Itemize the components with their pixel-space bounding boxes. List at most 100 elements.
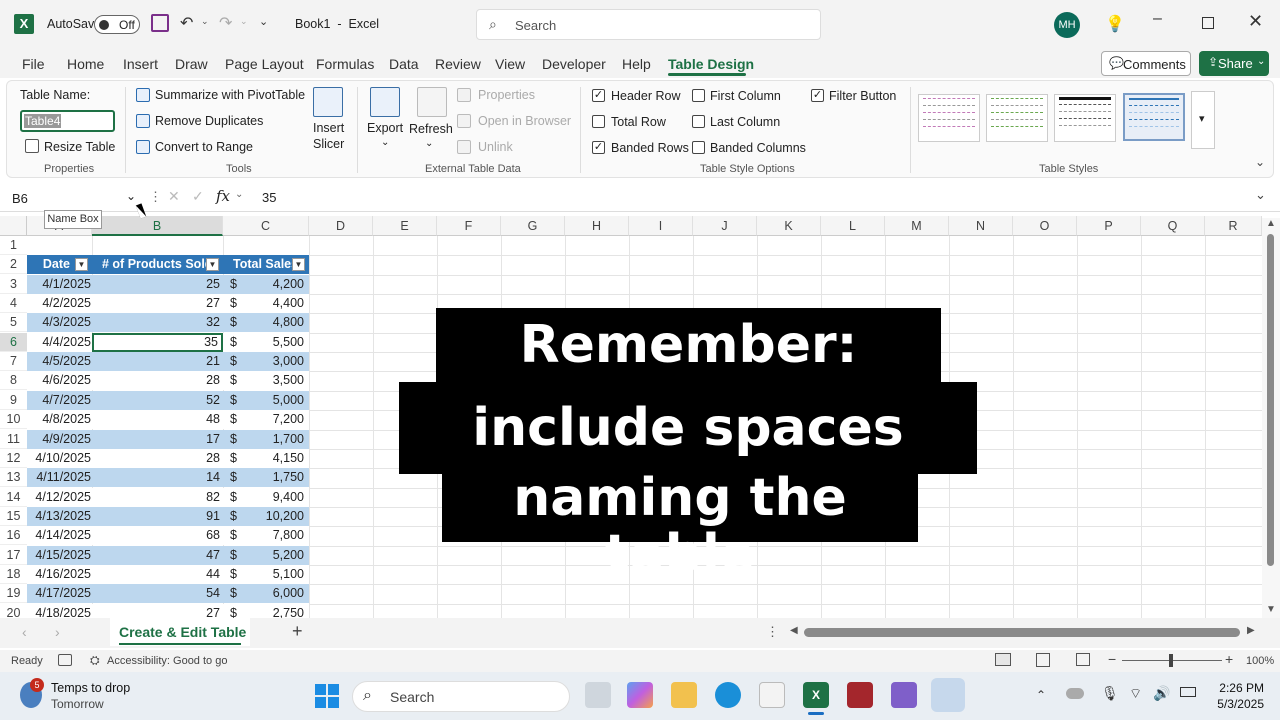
start-button[interactable] (315, 684, 339, 708)
clock-time[interactable]: 2:26 PM (1214, 681, 1264, 695)
tab-developer[interactable]: Developer (542, 56, 606, 72)
zoom-out-icon[interactable]: − (1108, 651, 1116, 667)
more-options-icon[interactable]: ⋮ (149, 189, 162, 205)
row-header-18[interactable]: 18 (0, 565, 27, 584)
total-sales-cell[interactable]: 5,100 (244, 565, 304, 584)
onedrive-icon[interactable] (1066, 688, 1084, 699)
column-header-r[interactable]: R (1205, 216, 1262, 236)
scroll-right-icon[interactable]: ▶ (1247, 625, 1255, 636)
products-sold-cell[interactable]: 44 (92, 565, 223, 584)
column-header-q[interactable]: Q (1141, 216, 1205, 236)
tab-review[interactable]: Review (435, 56, 481, 72)
tab-data[interactable]: Data (389, 56, 419, 72)
table-name-input[interactable]: Table4 (20, 110, 115, 132)
horizontal-scroll-thumb[interactable] (804, 628, 1240, 637)
date-cell[interactable]: 4/11/2025 (27, 468, 92, 487)
accessibility-icon[interactable]: ⛭ (90, 653, 100, 668)
total-sales-cell[interactable]: 1,750 (244, 468, 304, 487)
column-header-k[interactable]: K (757, 216, 821, 236)
filter-button-checkbox[interactable]: ✓ (811, 89, 824, 102)
total-sales-cell[interactable]: 4,400 (244, 294, 304, 313)
products-sold-cell[interactable]: 28 (92, 449, 223, 468)
zoom-slider-thumb[interactable] (1169, 654, 1173, 667)
table-style-pink[interactable] (918, 94, 980, 142)
page-layout-view-icon[interactable] (1036, 653, 1050, 667)
redo-dropdown-icon[interactable]: ⌄ (240, 16, 248, 27)
tab-help[interactable]: Help (622, 56, 651, 72)
banded-columns-checkbox[interactable] (692, 141, 705, 154)
total-sales-cell[interactable]: 4,200 (244, 275, 304, 294)
row-header-7[interactable]: 7 (0, 352, 27, 372)
first-column-checkbox[interactable] (692, 89, 705, 102)
products-sold-cell[interactable]: 32 (92, 313, 223, 332)
store-icon[interactable] (759, 682, 785, 708)
total-sales-cell[interactable]: 4,800 (244, 313, 304, 332)
sheet-tab-active[interactable]: Create & Edit Table (110, 618, 250, 646)
vertical-scrollbar[interactable]: ▲ ▼ (1262, 218, 1280, 618)
filter-dropdown-icon[interactable]: ▼ (206, 258, 219, 272)
products-sold-cell[interactable]: 52 (92, 391, 223, 410)
column-header-i[interactable]: I (629, 216, 693, 236)
row-header-15[interactable]: 15 (0, 507, 27, 526)
date-cell[interactable]: 4/2/2025 (27, 294, 92, 313)
products-sold-cell[interactable]: 91 (92, 507, 223, 526)
active-app-icon[interactable] (931, 678, 965, 712)
row-header-3[interactable]: 3 (0, 275, 27, 294)
weather-title[interactable]: Temps to drop (51, 681, 130, 695)
row-header-10[interactable]: 10 (0, 410, 27, 430)
tab-file[interactable]: File (22, 56, 45, 72)
table-styles-more-button[interactable]: ▾ (1191, 91, 1215, 149)
select-all-button[interactable] (0, 216, 27, 236)
row-header-5[interactable]: 5 (0, 313, 27, 333)
column-header-p[interactable]: P (1077, 216, 1141, 236)
products-sold-cell[interactable]: 28 (92, 371, 223, 390)
products-sold-cell[interactable]: 35 (92, 332, 223, 352)
row-header-6[interactable]: 6 (0, 332, 27, 352)
resize-table-button[interactable]: Resize Table (44, 140, 115, 154)
sheet-options-icon[interactable]: ⋮ (766, 624, 779, 640)
zoom-level[interactable]: 100% (1246, 655, 1274, 667)
volume-icon[interactable]: 🔊 (1153, 685, 1170, 702)
total-sales-cell[interactable]: 5,000 (244, 391, 304, 410)
customize-qat-icon[interactable]: ⌄ (259, 15, 268, 28)
column-header-f[interactable]: F (437, 216, 501, 236)
edge-icon[interactable] (715, 682, 741, 708)
lightbulb-icon[interactable]: 💡 (1105, 14, 1125, 34)
total-sales-cell[interactable]: 6,000 (244, 584, 304, 603)
total-sales-cell[interactable]: 5,200 (244, 546, 304, 565)
date-cell[interactable]: 4/9/2025 (27, 430, 92, 449)
row-header-19[interactable]: 19 (0, 584, 27, 604)
total-row-checkbox[interactable] (592, 115, 605, 128)
share-button[interactable]: ⇪ Share ⌄ (1199, 51, 1269, 76)
row-header-16[interactable]: 16 (0, 526, 27, 546)
scroll-up-icon[interactable]: ▲ (1266, 218, 1276, 229)
tab-home[interactable]: Home (67, 56, 104, 72)
unlink-button[interactable]: Unlink (478, 140, 513, 154)
expand-formula-bar-icon[interactable]: ⌄ (1255, 187, 1266, 203)
open-in-browser-button[interactable]: Open in Browser (478, 114, 571, 128)
undo-dropdown-icon[interactable]: ⌄ (201, 16, 209, 27)
table-header-cell[interactable]: Total Sales ▼ (223, 255, 309, 275)
fx-dropdown-icon[interactable]: ⌄ (235, 189, 243, 200)
total-sales-cell[interactable]: 5,500 (244, 333, 304, 352)
formula-input[interactable]: 35 (262, 190, 276, 205)
export-button[interactable]: Export (367, 121, 403, 135)
summarize-pivottable-button[interactable]: Summarize with PivotTable (155, 88, 305, 102)
column-header-o[interactable]: O (1013, 216, 1077, 236)
total-sales-cell[interactable]: 9,400 (244, 488, 304, 507)
products-sold-cell[interactable]: 25 (92, 275, 223, 294)
products-sold-cell[interactable]: 27 (92, 294, 223, 313)
minimize-icon[interactable]: – (1153, 10, 1162, 28)
banded-rows-checkbox[interactable]: ✓ (592, 141, 605, 154)
column-header-d[interactable]: D (309, 216, 373, 236)
date-cell[interactable]: 4/7/2025 (27, 391, 92, 410)
file-explorer-icon[interactable] (671, 682, 697, 708)
date-cell[interactable]: 4/5/2025 (27, 352, 92, 371)
row-header-2[interactable]: 2 (0, 255, 27, 275)
products-sold-cell[interactable]: 47 (92, 546, 223, 565)
filter-dropdown-icon[interactable]: ▼ (292, 258, 305, 272)
tab-draw[interactable]: Draw (175, 56, 208, 72)
products-sold-cell[interactable]: 17 (92, 430, 223, 449)
filter-dropdown-icon[interactable]: ▼ (75, 258, 88, 272)
export-dropdown-icon[interactable]: ⌄ (381, 137, 389, 148)
